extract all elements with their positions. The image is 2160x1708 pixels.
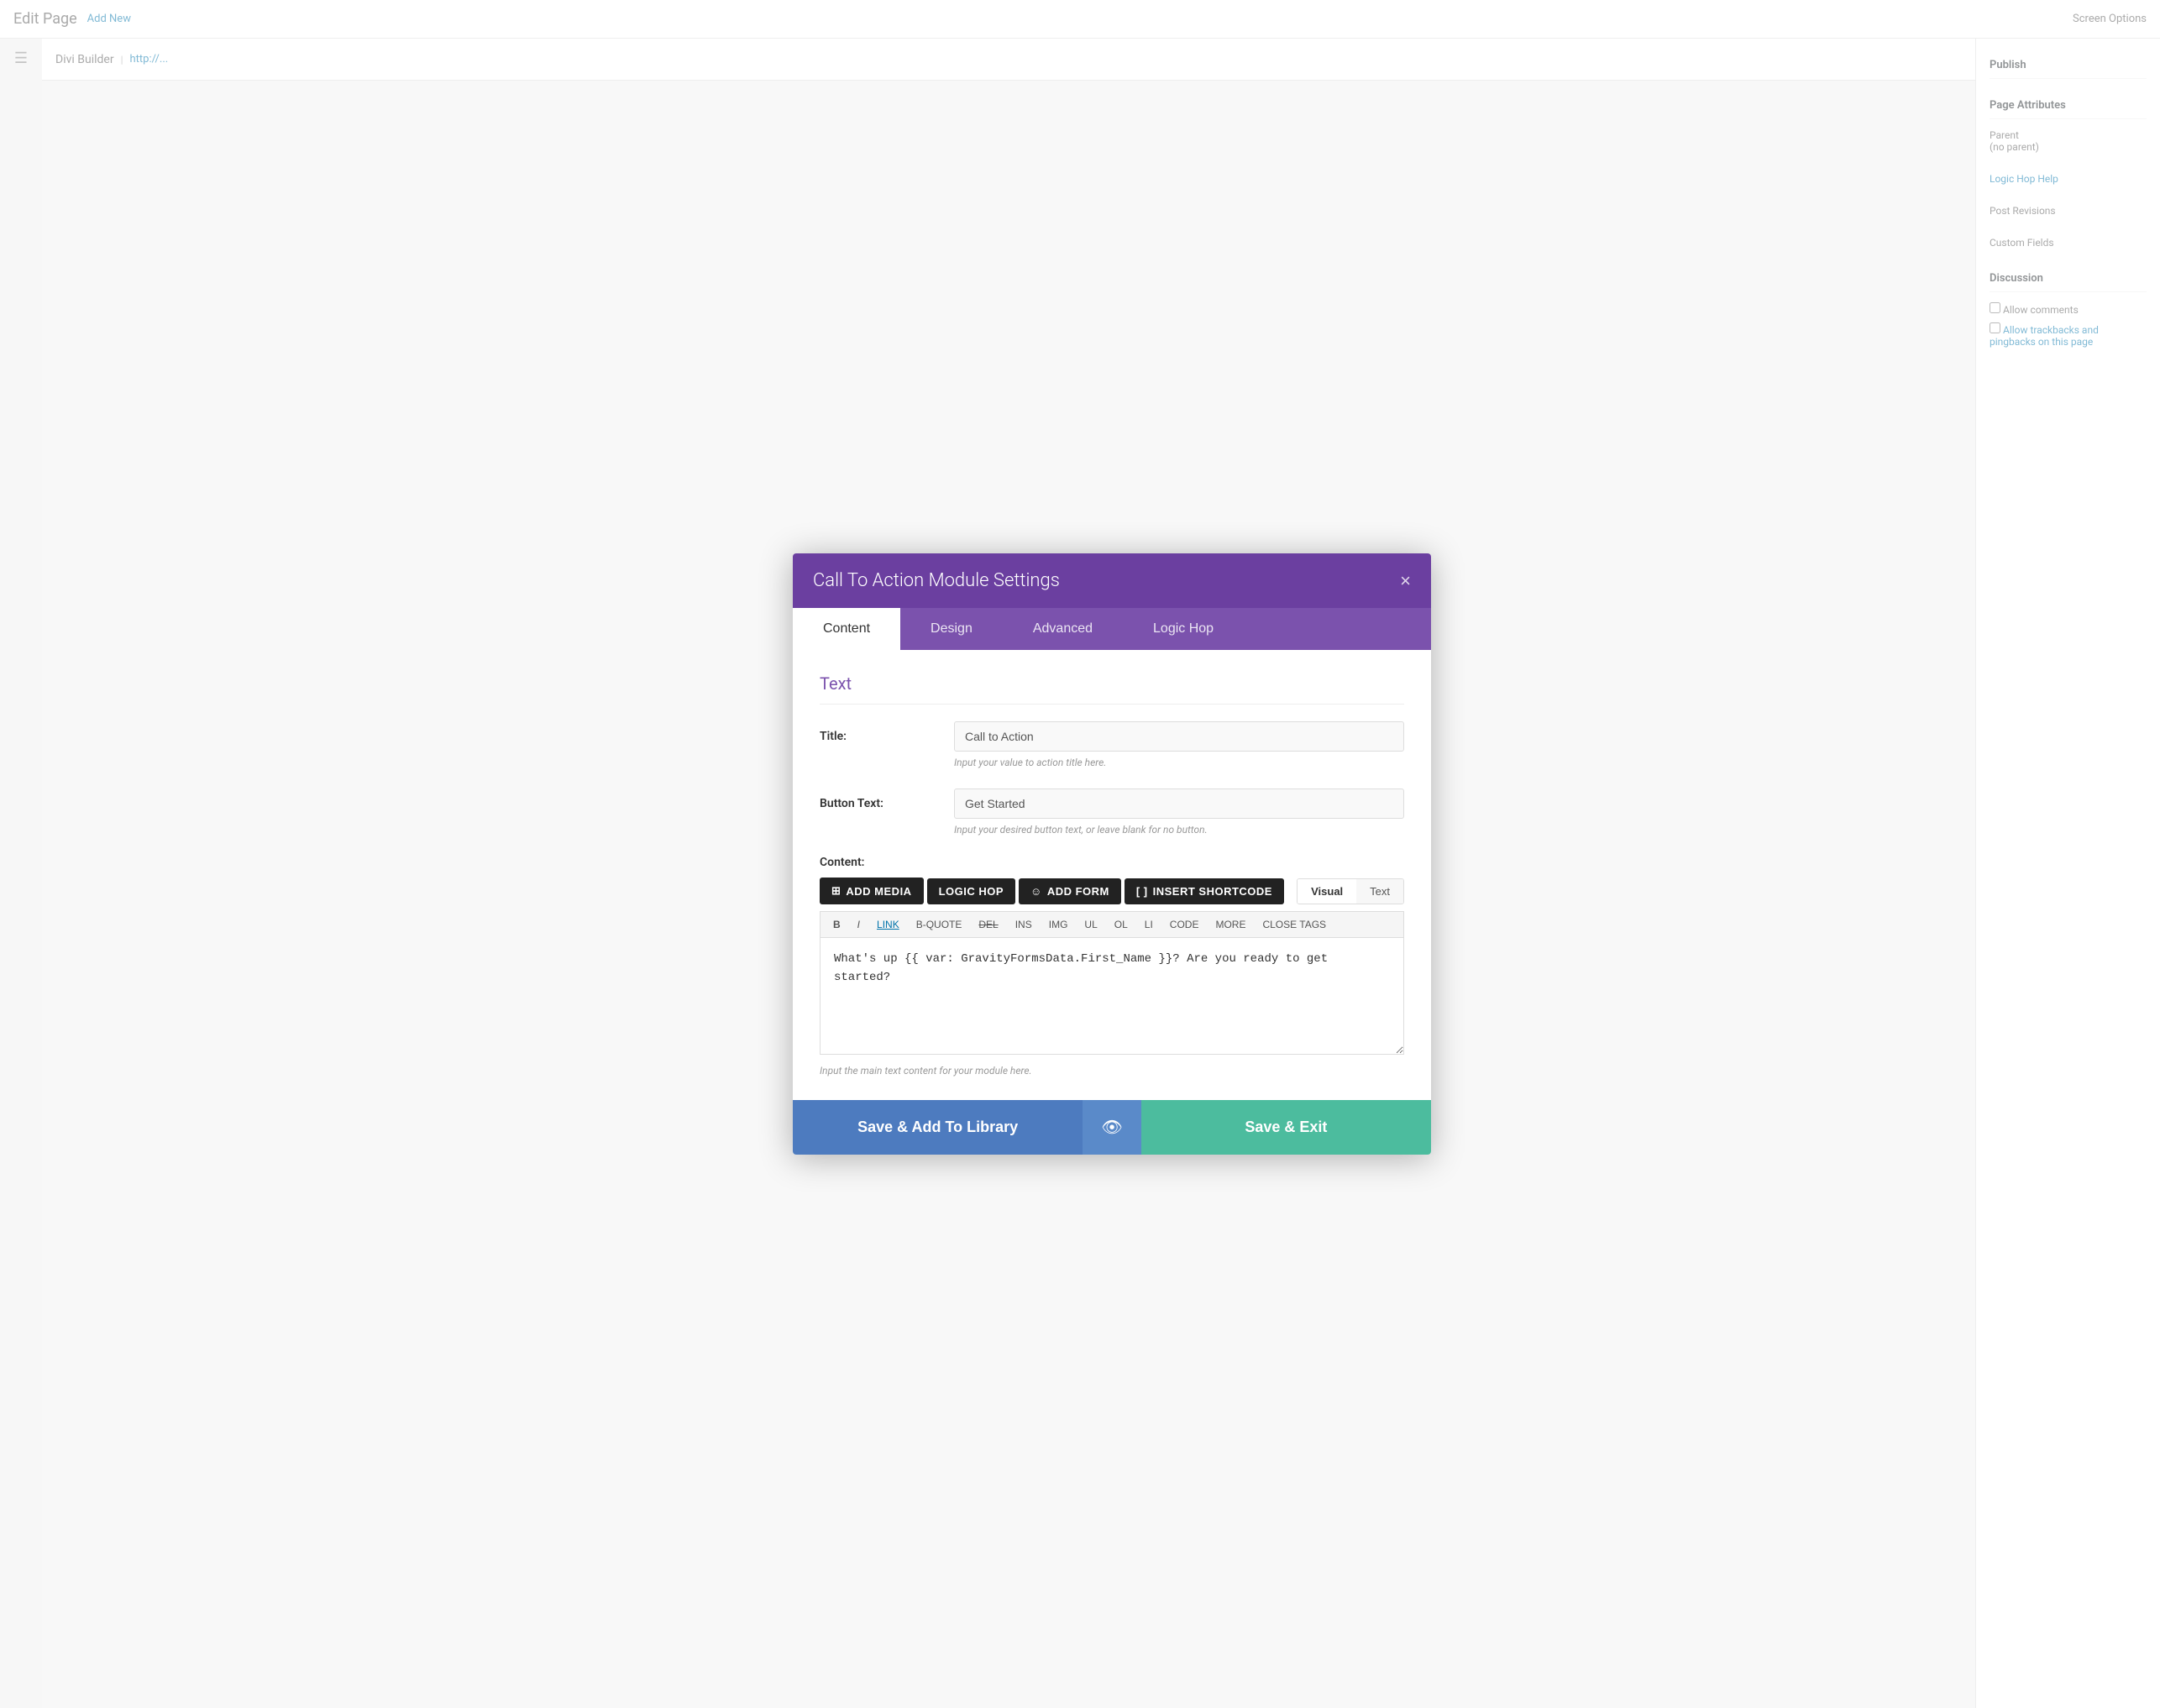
format-li[interactable]: LI <box>1139 915 1159 934</box>
format-code[interactable]: CODE <box>1164 915 1205 934</box>
title-label: Title: <box>820 721 954 743</box>
tab-content[interactable]: Content <box>793 608 900 650</box>
button-text-field-wrap: Input your desired button text, or leave… <box>954 789 1404 836</box>
format-close-tags[interactable]: CLOSE TAGS <box>1256 915 1332 934</box>
logic-hop-button[interactable]: LOGIC HOP <box>927 878 1015 904</box>
modal-title: Call To Action Module Settings <box>813 570 1060 591</box>
text-button[interactable]: Text <box>1356 879 1403 904</box>
button-text-input[interactable] <box>954 789 1404 819</box>
module-settings-modal: Call To Action Module Settings × Content… <box>793 553 1431 1155</box>
add-form-icon: ☺ <box>1030 885 1042 898</box>
format-ins[interactable]: INS <box>1009 915 1038 934</box>
modal-header: Call To Action Module Settings × <box>793 553 1431 608</box>
tab-advanced[interactable]: Advanced <box>1003 608 1123 650</box>
section-heading-text: Text <box>820 673 1404 705</box>
format-del[interactable]: DEL <box>973 915 1004 934</box>
add-media-icon: ⊞ <box>831 884 841 898</box>
title-field-wrap: Input your value to action title here. <box>954 721 1404 768</box>
content-hint: Input the main text content for your mod… <box>820 1065 1404 1077</box>
button-text-field-row: Button Text: Input your desired button t… <box>820 789 1404 836</box>
save-add-to-library-button[interactable]: Save & Add To Library <box>793 1100 1083 1155</box>
format-link[interactable]: LINK <box>871 915 905 934</box>
content-area: Content: ⊞ ADD MEDIA LOGIC HOP ☺ ADD FOR… <box>820 856 1404 1077</box>
editor-toolbar: ⊞ ADD MEDIA LOGIC HOP ☺ ADD FORM [ ] INS… <box>820 878 1404 904</box>
format-bar: B I LINK B-QUOTE DEL INS IMG UL OL LI CO… <box>820 911 1404 937</box>
format-ul[interactable]: UL <box>1078 915 1103 934</box>
title-input[interactable] <box>954 721 1404 752</box>
modal-close-button[interactable]: × <box>1400 572 1411 590</box>
content-label: Content: <box>820 856 1404 869</box>
modal-footer: Save & Add To Library 👁 Save & Exit <box>793 1100 1431 1155</box>
button-text-hint: Input your desired button text, or leave… <box>954 824 1404 836</box>
modal-body: Text Title: Input your value to action t… <box>793 650 1431 1100</box>
format-ol[interactable]: OL <box>1109 915 1134 934</box>
format-more[interactable]: MORE <box>1209 915 1251 934</box>
modal-tabs: Content Design Advanced Logic Hop <box>793 608 1431 650</box>
save-exit-button[interactable]: Save & Exit <box>1141 1100 1431 1155</box>
insert-shortcode-button[interactable]: [ ] INSERT SHORTCODE <box>1125 878 1284 904</box>
title-field-row: Title: Input your value to action title … <box>820 721 1404 768</box>
format-bold[interactable]: B <box>827 915 847 934</box>
shortcode-icon: [ ] <box>1136 885 1148 898</box>
button-text-label: Button Text: <box>820 789 954 810</box>
title-hint: Input your value to action title here. <box>954 757 1404 768</box>
format-italic[interactable]: I <box>852 915 866 934</box>
format-bquote[interactable]: B-QUOTE <box>910 915 968 934</box>
add-form-button[interactable]: ☺ ADD FORM <box>1019 878 1121 904</box>
tab-design[interactable]: Design <box>900 608 1003 650</box>
visual-text-toggle: Visual Text <box>1297 878 1404 904</box>
content-textarea[interactable]: What's up {{ var: GravityFormsData.First… <box>820 937 1404 1055</box>
eye-icon: 👁 <box>1101 1117 1122 1138</box>
tab-logic-hop[interactable]: Logic Hop <box>1123 608 1244 650</box>
eye-preview-button[interactable]: 👁 <box>1083 1100 1140 1155</box>
add-media-button[interactable]: ⊞ ADD MEDIA <box>820 878 924 904</box>
format-img[interactable]: IMG <box>1043 915 1074 934</box>
visual-button[interactable]: Visual <box>1298 879 1356 904</box>
